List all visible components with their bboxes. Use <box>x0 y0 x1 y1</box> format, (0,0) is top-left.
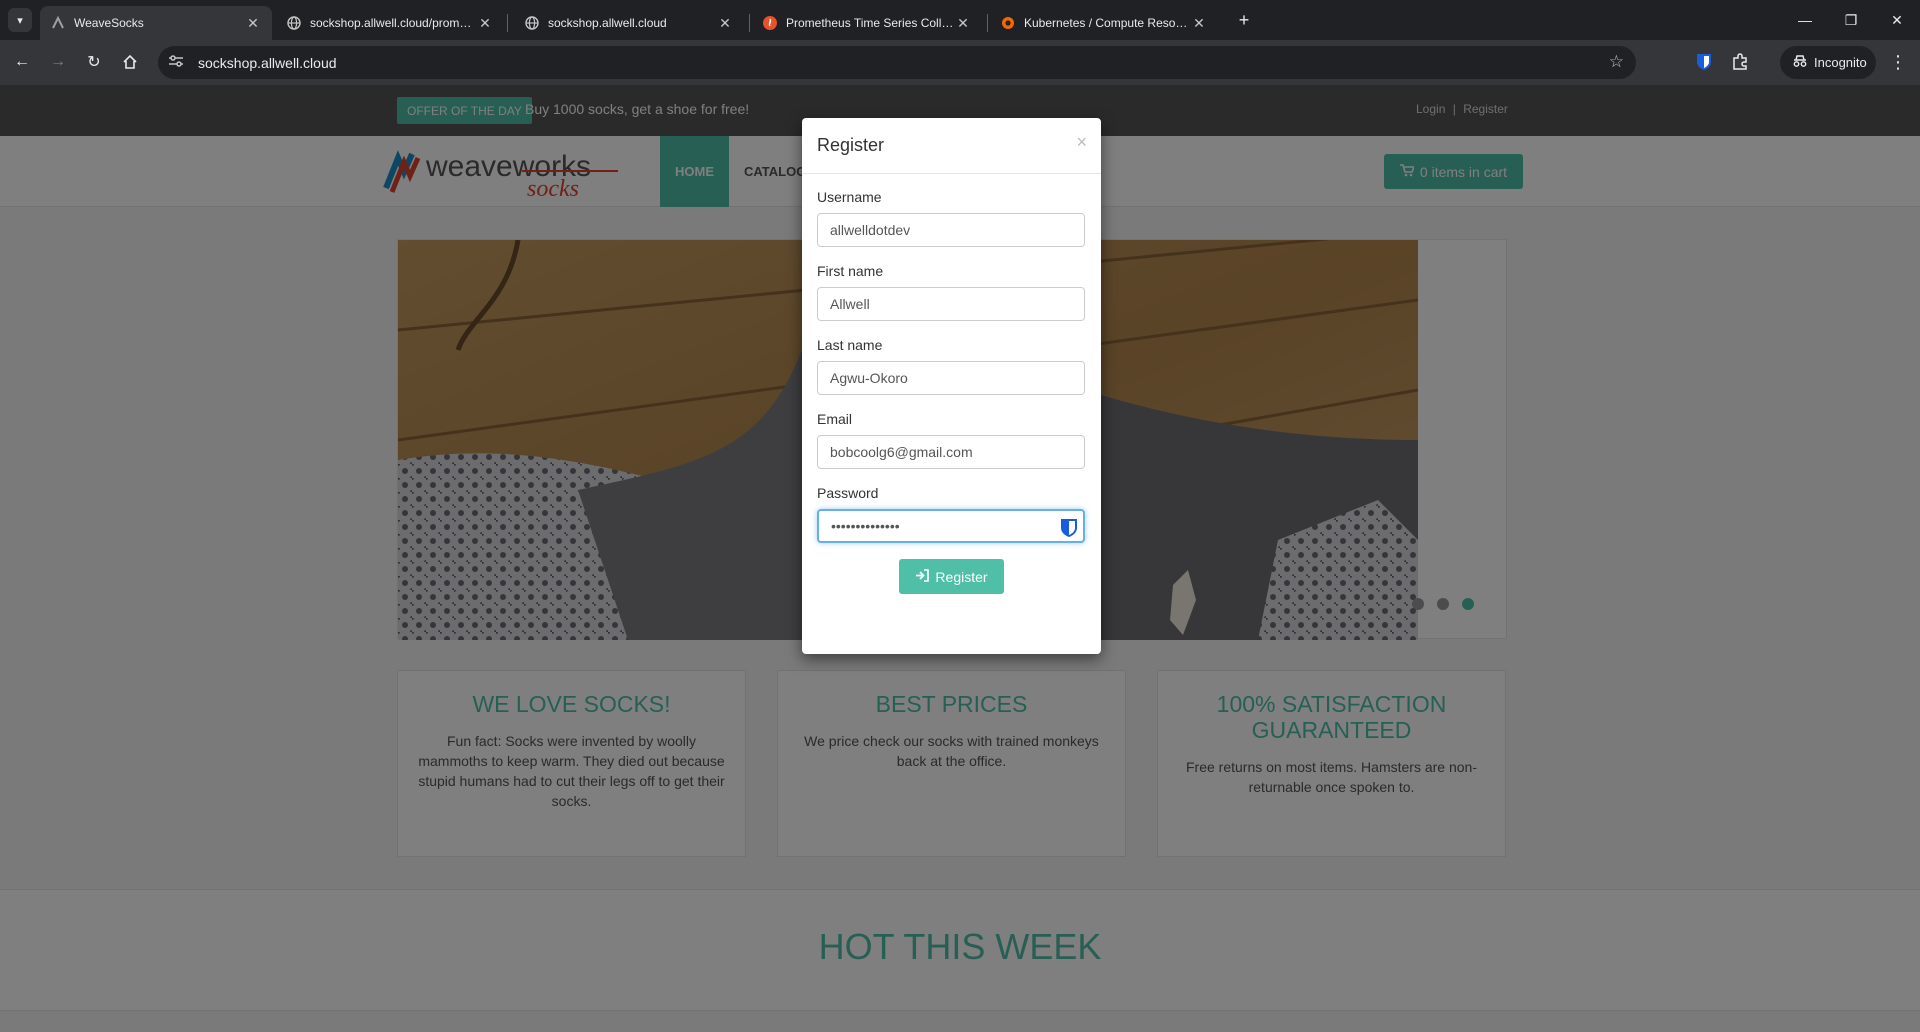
sign-in-icon <box>915 568 930 585</box>
back-arrow-icon[interactable]: ← <box>8 48 36 76</box>
site-info-icon[interactable] <box>168 54 188 71</box>
tab-search-button[interactable]: ▾ <box>8 8 32 32</box>
email-field[interactable] <box>817 435 1085 469</box>
tab-separator <box>987 14 988 32</box>
tab-close-icon[interactable]: ✕ <box>716 15 734 32</box>
minimize-icon[interactable]: — <box>1782 6 1828 34</box>
first-name-group: First name <box>817 263 1086 321</box>
email-group: Email <box>817 411 1086 469</box>
incognito-indicator[interactable]: Incognito <box>1780 46 1876 79</box>
register-action-row: Register <box>817 559 1086 594</box>
bookmark-star-icon[interactable]: ☆ <box>1609 52 1624 72</box>
home-icon[interactable] <box>116 48 144 76</box>
password-field[interactable] <box>817 509 1085 543</box>
tab-close-icon[interactable]: ✕ <box>954 15 972 32</box>
password-group: Password <box>817 485 1086 543</box>
tab-kubernetes[interactable]: Kubernetes / Compute Resourc ✕ <box>990 6 1218 40</box>
tab-title: sockshop.allwell.cloud/prometh <box>310 16 476 30</box>
tab-title: Prometheus Time Series Collect <box>786 16 954 30</box>
new-tab-plus-icon[interactable]: + <box>1232 8 1256 32</box>
last-name-field[interactable] <box>817 361 1085 395</box>
url-text: sockshop.allwell.cloud <box>198 54 337 71</box>
register-modal: Register × Username First name Last name… <box>802 118 1101 654</box>
tab-close-icon[interactable]: ✕ <box>476 15 494 32</box>
grafana-icon <box>1000 15 1016 31</box>
modal-header: Register × <box>802 118 1101 174</box>
tab-close-icon[interactable]: ✕ <box>1190 15 1208 32</box>
register-button-label: Register <box>935 568 988 585</box>
username-field[interactable] <box>817 213 1085 247</box>
tab-prometheus[interactable]: Prometheus Time Series Collect ✕ <box>752 6 982 40</box>
forward-arrow-icon[interactable]: → <box>44 48 72 76</box>
password-label: Password <box>817 485 879 501</box>
incognito-icon <box>1792 54 1808 71</box>
tab-title: sockshop.allwell.cloud <box>548 16 667 30</box>
bitwarden-autofill-icon[interactable] <box>1060 518 1078 538</box>
page-content: OFFER OF THE DAY Buy 1000 socks, get a s… <box>0 85 1920 1032</box>
last-name-group: Last name <box>817 337 1086 395</box>
email-label: Email <box>817 411 853 427</box>
bitwarden-extension-icon[interactable] <box>1692 50 1716 74</box>
modal-title: Register <box>817 135 885 155</box>
tab-close-icon[interactable]: ✕ <box>244 15 262 32</box>
close-icon[interactable]: × <box>1076 132 1087 153</box>
extensions-puzzle-icon[interactable] <box>1728 50 1752 74</box>
address-bar[interactable]: sockshop.allwell.cloud ☆ <box>158 46 1636 79</box>
window-close-icon[interactable]: ✕ <box>1874 6 1920 34</box>
username-group: Username <box>817 189 1086 247</box>
first-name-field[interactable] <box>817 287 1085 321</box>
tab-title: Kubernetes / Compute Resourc <box>1024 16 1190 30</box>
tab-separator <box>507 14 508 32</box>
tab-weavesocks[interactable]: WeaveSocks ✕ <box>40 6 272 40</box>
last-name-label: Last name <box>817 337 883 353</box>
globe-icon <box>286 15 302 31</box>
browser-toolbar: ← → ↻ sockshop.allwell.cloud ☆ Incognito… <box>0 40 1920 85</box>
restore-icon[interactable]: ❐ <box>1828 6 1874 34</box>
register-submit-button[interactable]: Register <box>899 559 1004 594</box>
reload-icon[interactable]: ↻ <box>80 48 108 76</box>
tab-title: WeaveSocks <box>74 16 144 30</box>
kebab-menu-icon[interactable]: ⋮ <box>1886 50 1910 74</box>
prometheus-icon <box>762 15 778 31</box>
weavesocks-favicon-icon <box>50 15 66 31</box>
tab-sockshop[interactable]: sockshop.allwell.cloud ✕ <box>514 6 744 40</box>
browser-tab-strip: ▾ WeaveSocks ✕ sockshop.allwell.cloud/pr… <box>0 0 1920 40</box>
register-form: Username First name Last name Email Pass… <box>802 174 1101 594</box>
username-label: Username <box>817 189 882 205</box>
tab-separator <box>749 14 750 32</box>
incognito-label: Incognito <box>1814 55 1867 70</box>
first-name-label: First name <box>817 263 884 279</box>
globe-icon <box>524 15 540 31</box>
tab-prometheus-path[interactable]: sockshop.allwell.cloud/prometh ✕ <box>276 6 504 40</box>
